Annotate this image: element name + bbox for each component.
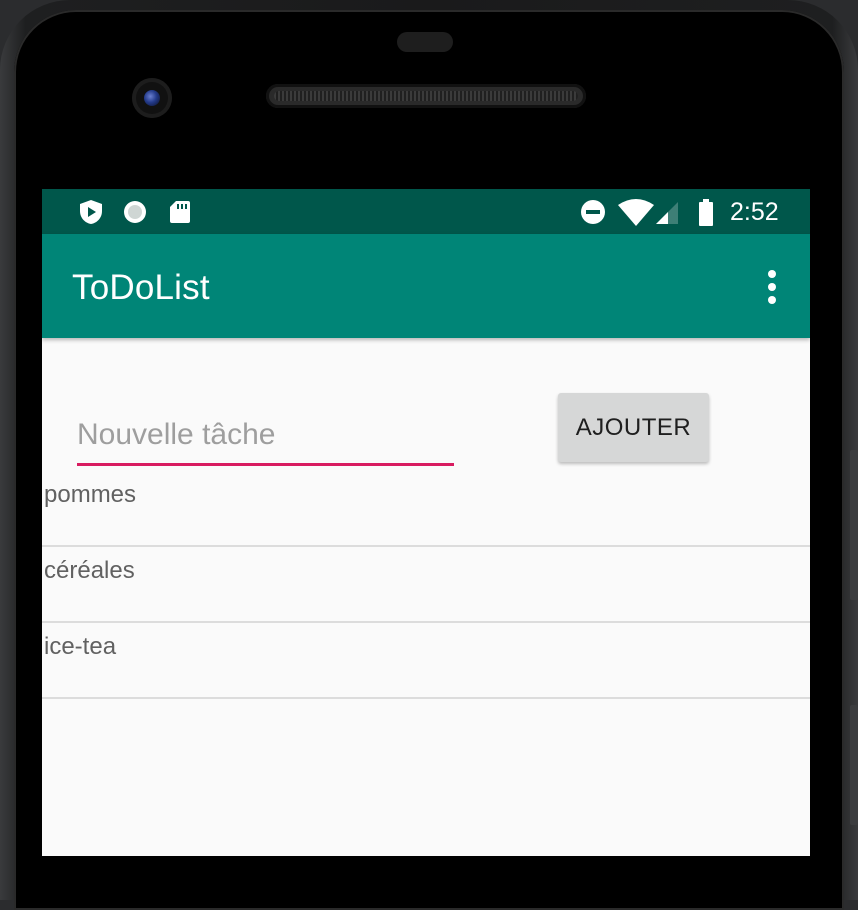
phone-frame: 2:52 ToDoList AJOUTER pommes céréales ic… (0, 0, 858, 910)
list-item[interactable]: ice-tea (42, 623, 810, 699)
add-task-button[interactable]: AJOUTER (558, 393, 709, 462)
play-protect-icon (80, 200, 102, 224)
app-title: ToDoList (72, 268, 210, 307)
app-bar: ToDoList (42, 234, 810, 338)
battery-icon (699, 199, 713, 226)
new-task-input[interactable] (77, 411, 454, 466)
cell-signal-icon (656, 202, 678, 224)
front-camera (132, 78, 172, 118)
list-item[interactable]: pommes (42, 471, 810, 547)
volume-button (850, 450, 858, 600)
list-item-label: céréales (44, 557, 135, 584)
earpiece-top (397, 32, 453, 52)
list-item-label: ice-tea (44, 633, 117, 660)
more-vert-icon[interactable] (764, 270, 780, 304)
wifi-icon (618, 199, 654, 226)
do-not-disturb-icon (581, 200, 605, 224)
list-item[interactable]: céréales (42, 547, 810, 623)
list-item-label: pommes (44, 481, 137, 508)
circle-notification-icon (124, 201, 146, 223)
status-time: 2:52 (730, 198, 779, 226)
task-list: pommes céréales ice-tea (42, 471, 810, 699)
sd-card-icon (170, 201, 190, 223)
power-button (850, 705, 858, 825)
earpiece-speaker (266, 84, 586, 108)
app-screen: 2:52 ToDoList AJOUTER pommes céréales ic… (42, 189, 810, 856)
status-bar: 2:52 (42, 189, 810, 234)
